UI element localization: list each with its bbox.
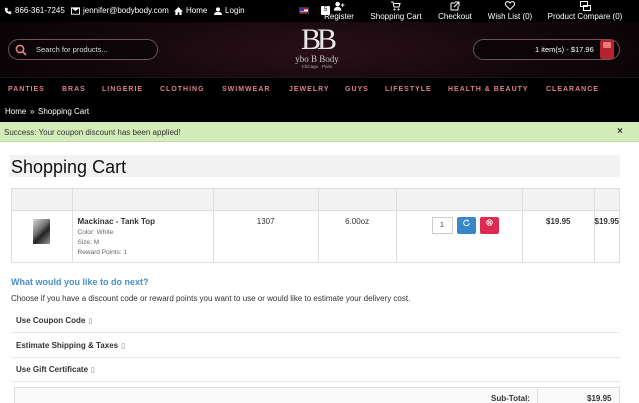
close-icon[interactable]: × [617,126,623,137]
nav-bras[interactable]: BRAS [62,86,86,93]
quantity-input[interactable]: 1 [431,217,453,234]
nav-guys[interactable]: GUYS [345,86,369,93]
subtotal-label: Sub-Total: [491,394,530,403]
alert-message: Success: Your coupon discount has been a… [4,128,181,137]
wishlist-label: Wish List (0) [487,12,533,21]
nav-swimwear[interactable]: SWIMWEAR [222,86,270,93]
totals-table: Sub-Total: $19.95 [14,387,620,403]
share-icon [450,1,460,11]
unit-price: $19.95 [522,210,595,263]
caret-down-icon: ▯ [91,367,95,374]
logo-tagline: Chicago · Paris [301,64,333,69]
page-title-box: Shopping Cart [10,155,620,177]
caret-down-icon: ▯ [121,343,125,350]
success-alert: Success: Your coupon discount has been a… [0,122,639,142]
wishlist-link[interactable]: Wish List (0) [486,1,534,21]
col-model: Model [212,188,319,211]
col-quantity: Quantity [395,188,524,211]
remove-icon [485,219,493,226]
col-unit-price: Unit Price [522,188,595,211]
reward-points: Reward Points: 1 [77,249,128,256]
nav-panties[interactable]: PANTIES [8,86,45,93]
product-name-link[interactable]: Mackinac - Tank Top [78,217,213,226]
register-label: Register [324,12,354,21]
top-bar: 866-361-7245 jennifer@bodybody.com Home … [0,0,639,22]
quantity-group: 1 [397,217,523,237]
login-label: Login [225,6,245,15]
email-address: jennifer@bodybody.com [83,6,169,15]
shopping-cart-icon [391,1,401,11]
line-total: $19.95 [593,210,621,263]
shopping-cart-link[interactable]: Shopping Cart [368,1,424,21]
breadcrumb-home[interactable]: Home [5,107,26,116]
us-flag-icon[interactable] [299,7,309,14]
nav-lifestyle[interactable]: LIFESTYLE [385,86,432,93]
next-steps-heading: What would you like to do next? [11,277,149,287]
home-label: Home [186,6,208,15]
update-button[interactable] [456,217,476,234]
home-icon [174,6,183,15]
compare-label: Product Compare (0) [547,12,623,21]
site-logo[interactable]: BB ybo B Body Chicago · Paris [282,23,352,76]
cart-summary: 1 item(s) - $17.96 [535,45,594,54]
search-icon[interactable] [15,44,27,58]
login-link[interactable]: Login [214,6,245,15]
product-thumbnail[interactable] [33,219,51,244]
shipping-label: Estimate Shipping & Taxes [16,341,119,350]
compare-icon [579,1,591,11]
nav-clearance[interactable]: CLEARANCE [546,86,599,93]
nav-jewelry[interactable]: JEWELRY [289,86,330,93]
register-link[interactable]: Register [322,1,356,21]
user-icon [214,6,222,15]
col-product-name: Product Name [71,188,214,211]
next-steps-description: Choose if you have a discount code or re… [11,294,411,303]
breadcrumb-current[interactable]: Shopping Cart [38,107,89,116]
caret-down-icon: ▯ [88,318,93,325]
table-header-row: Image Product Name Model Weight Quantity… [11,188,621,211]
table-row: Mackinac - Tank Top Color: White Size: M… [11,210,621,263]
heart-icon [504,1,516,11]
gift-panel-toggle[interactable]: Use Gift Certificate ▯ [11,358,620,382]
page-title: Shopping Cart [11,157,127,177]
checkout-label: Checkout [438,12,472,21]
col-total: Total [593,188,621,211]
remove-button[interactable] [479,217,499,234]
refresh-icon [462,219,470,227]
email-link[interactable]: jennifer@bodybody.com [71,6,169,15]
shopping-bag-icon [600,40,614,59]
logo-monogram: BB [300,23,337,56]
phone-icon [4,7,12,14]
search-box[interactable]: Search for products... [8,39,158,60]
user-plus-icon [333,1,345,11]
coupon-panel-toggle[interactable]: Use Coupon Code ▯ [11,309,620,333]
search-input[interactable]: Search for products... [36,45,108,54]
checkout-link[interactable]: Checkout [436,1,474,21]
option-size: Size: M [77,239,100,246]
subtotal-value: $19.95 [587,394,612,403]
breadcrumb: Home » Shopping Cart [0,100,639,122]
phone-link[interactable]: 866-361-7245 [4,6,65,15]
shipping-panel-toggle[interactable]: Estimate Shipping & Taxes ▯ [11,334,620,358]
coupon-label: Use Coupon Code [16,316,86,325]
logo-wordmark: ybo B Body [295,54,339,64]
shopping-cart-label: Shopping Cart [370,12,422,21]
header-cart-button[interactable]: 1 item(s) - $17.96 [473,39,620,60]
main-nav: PANTIES BRAS LINGERIE CLOTHING SWIMWEAR … [0,77,639,100]
cart-table: Image Product Name Model Weight Quantity… [11,188,621,263]
product-weight: 6.00oz [317,210,397,263]
col-weight: Weight [317,188,397,211]
col-image: Image [11,188,73,211]
nav-health-beauty[interactable]: HEALTH & BEAUTY [448,86,529,93]
compare-link[interactable]: Product Compare (0) [546,1,624,21]
envelope-icon [71,6,80,15]
breadcrumb-separator: » [30,107,35,116]
gift-label: Use Gift Certificate [16,365,89,374]
nav-lingerie[interactable]: LINGERIE [102,86,143,93]
nav-clothing[interactable]: CLOTHING [160,86,205,93]
product-model: 1307 [212,210,319,263]
phone-number: 866-361-7245 [15,6,65,15]
option-color: Color: White [77,229,114,236]
home-link[interactable]: Home [174,6,207,15]
site-header: Search for products... BB ybo B Body Chi… [0,22,639,77]
